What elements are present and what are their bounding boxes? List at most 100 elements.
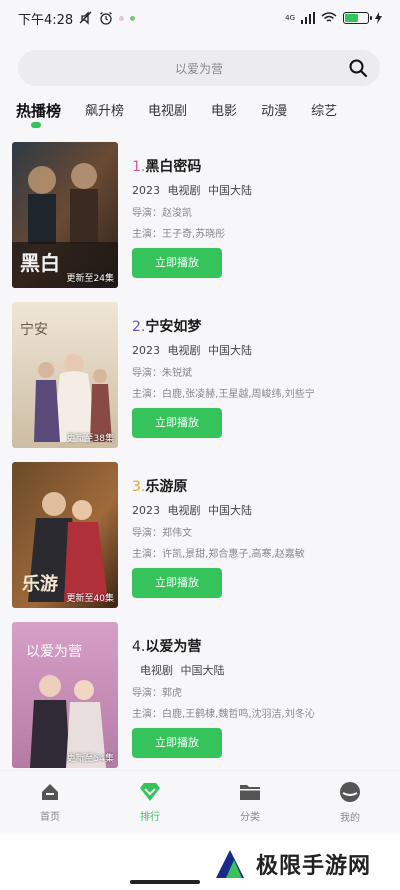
battery-fill — [345, 14, 359, 22]
title-text: 宁安如梦 — [145, 319, 202, 335]
play-now-button[interactable]: 立即播放 — [132, 248, 222, 278]
ranking-icon — [140, 783, 160, 801]
alarm-icon — [100, 11, 113, 25]
update-badge: 更新至40集 — [66, 594, 114, 604]
item-info: 3.乐游原 2023 电视剧 中国大陆 导演：郑伟文 主演：许凯,景甜,郑合惠子… — [132, 476, 382, 598]
poster-art: 以爱为营 — [12, 622, 118, 768]
update-badge: 更新至38集 — [66, 434, 114, 444]
tab-anime[interactable]: 动漫 — [261, 98, 287, 119]
update-badge: 更新至54集 — [66, 754, 114, 764]
battery-icon — [343, 12, 372, 24]
search-bar[interactable]: 以爱为营 — [18, 50, 380, 86]
item-region: 中国大陆 — [180, 664, 225, 677]
item-meta: 2023 电视剧 中国大陆 — [132, 502, 382, 518]
item-title[interactable]: 4.以爱为营 — [132, 636, 382, 656]
watermark-logo-icon — [216, 850, 244, 878]
item-type: 电视剧 — [167, 344, 201, 357]
notification-dot-icon — [130, 15, 136, 21]
active-tab-indicator — [31, 122, 41, 128]
title-text: 乐游原 — [145, 479, 188, 495]
item-title[interactable]: 2.宁安如梦 — [132, 316, 382, 336]
bottom-navigation: 首页 排行 分类 我的 — [0, 770, 400, 834]
poster-art: 黑白 — [12, 142, 118, 288]
search-placeholder: 以爱为营 — [174, 61, 223, 76]
play-now-button[interactable]: 立即播放 — [132, 408, 222, 438]
item-year: 2023 — [132, 504, 160, 517]
item-region: 中国大陆 — [208, 344, 252, 357]
nav-label: 首页 — [40, 812, 60, 823]
item-cast: 主演：王子奇,苏晓彤 — [132, 229, 226, 240]
charging-icon — [375, 12, 382, 24]
item-info: 2.宁安如梦 2023 电视剧 中国大陆 导演：朱锐斌 主演：白鹿,张凌赫,王星… — [132, 316, 382, 438]
tab-movie[interactable]: 电影 — [211, 98, 237, 119]
item-director: 导演：赵浚凯 — [132, 208, 192, 219]
list-item[interactable]: 乐游 更新至40集 3.乐游原 2023 电视剧 中国大陆 导演：郑伟文 主演：… — [12, 462, 388, 610]
list-item[interactable]: 以爱为营 更新至54集 4.以爱为营 电视剧 中国大陆 导演：郭虎 主演：白鹿,… — [12, 622, 388, 768]
title-text: 黑白密码 — [145, 159, 202, 175]
network-type: 4G — [285, 14, 295, 22]
profile-icon — [340, 782, 360, 802]
mute-icon — [79, 11, 92, 25]
item-type: 电视剧 — [140, 664, 173, 677]
nav-category[interactable]: 分类 — [200, 771, 300, 834]
signal-icon — [301, 12, 315, 24]
item-meta: 2023 电视剧 中国大陆 — [132, 342, 382, 358]
tab-tv[interactable]: 电视剧 — [148, 98, 187, 119]
poster-image[interactable]: 黑白 更新至24集 — [12, 142, 118, 288]
item-type: 电视剧 — [167, 184, 201, 197]
svg-text:以爱为营: 以爱为营 — [26, 644, 82, 660]
search-icon[interactable] — [348, 58, 368, 78]
tab-rising[interactable]: 飙升榜 — [85, 98, 124, 119]
rank-number: 1. — [132, 159, 146, 175]
item-meta: 2023 电视剧 中国大陆 — [132, 182, 382, 198]
nav-home[interactable]: 首页 — [0, 771, 100, 834]
svg-text:宁安: 宁安 — [20, 321, 48, 338]
play-now-button[interactable]: 立即播放 — [132, 568, 222, 598]
poster-art: 乐游 — [12, 462, 118, 608]
item-info: 4.以爱为营 电视剧 中国大陆 导演：郭虎 主演：白鹿,王鹤棣,魏哲鸣,沈羽洁,… — [132, 636, 382, 758]
list-item[interactable]: 宁安 更新至38集 2.宁安如梦 2023 电视剧 中国大陆 导演：朱锐斌 主演… — [12, 302, 388, 450]
item-director: 导演：郭虎 — [132, 688, 182, 699]
item-type: 电视剧 — [167, 504, 201, 517]
poster-art: 宁安 — [12, 302, 118, 448]
list-item[interactable]: 黑白 更新至24集 1.黑白密码 2023 电视剧 中国大陆 导演：赵浚凯 主演… — [12, 142, 388, 290]
item-cast: 主演：白鹿,张凌赫,王星越,周峻纬,刘些宁 — [132, 389, 315, 400]
item-director: 导演：朱锐斌 — [132, 368, 192, 379]
status-right: 4G — [285, 12, 382, 24]
svg-text:乐游: 乐游 — [22, 573, 58, 595]
poster-image[interactable]: 以爱为营 更新至54集 — [12, 622, 118, 768]
title-text: 以爱为营 — [145, 639, 202, 655]
item-year: 2023 — [132, 344, 160, 357]
item-title[interactable]: 3.乐游原 — [132, 476, 382, 496]
status-time: 下午4:28 — [18, 12, 74, 28]
watermark-text: 极限手游网 — [256, 854, 372, 879]
nav-label: 我的 — [340, 813, 360, 824]
category-tabs: 热播榜 飙升榜 电视剧 电影 动漫 综艺 — [16, 98, 386, 138]
poster-image[interactable]: 乐游 更新至40集 — [12, 462, 118, 608]
status-bar: 下午4:28 4G — [0, 0, 400, 36]
wifi-icon — [321, 12, 337, 22]
rank-number: 2. — [132, 319, 146, 335]
site-watermark: 极限手游网 — [212, 844, 392, 884]
update-badge: 更新至24集 — [66, 274, 114, 284]
item-meta: 电视剧 中国大陆 — [132, 662, 382, 678]
ranking-list: 黑白 更新至24集 1.黑白密码 2023 电视剧 中国大陆 导演：赵浚凯 主演… — [0, 140, 400, 768]
home-indicator[interactable] — [130, 880, 200, 884]
folder-icon — [240, 785, 260, 800]
item-year: 2023 — [132, 184, 160, 197]
nav-label: 分类 — [240, 812, 260, 823]
item-region: 中国大陆 — [208, 184, 252, 197]
nav-ranking[interactable]: 排行 — [100, 771, 200, 834]
item-info: 1.黑白密码 2023 电视剧 中国大陆 导演：赵浚凯 主演：王子奇,苏晓彤 立… — [132, 156, 382, 278]
item-director: 导演：郑伟文 — [132, 528, 192, 539]
tab-hot[interactable]: 热播榜 — [16, 98, 61, 121]
poster-image[interactable]: 宁安 更新至38集 — [12, 302, 118, 448]
tab-variety[interactable]: 综艺 — [311, 98, 337, 119]
nav-label: 排行 — [140, 812, 160, 823]
notification-dot-icon — [119, 15, 125, 21]
play-now-button[interactable]: 立即播放 — [132, 728, 222, 758]
svg-text:黑白: 黑白 — [20, 251, 60, 275]
item-title[interactable]: 1.黑白密码 — [132, 156, 382, 176]
nav-profile[interactable]: 我的 — [300, 771, 400, 834]
status-left: 下午4:28 — [18, 9, 136, 28]
